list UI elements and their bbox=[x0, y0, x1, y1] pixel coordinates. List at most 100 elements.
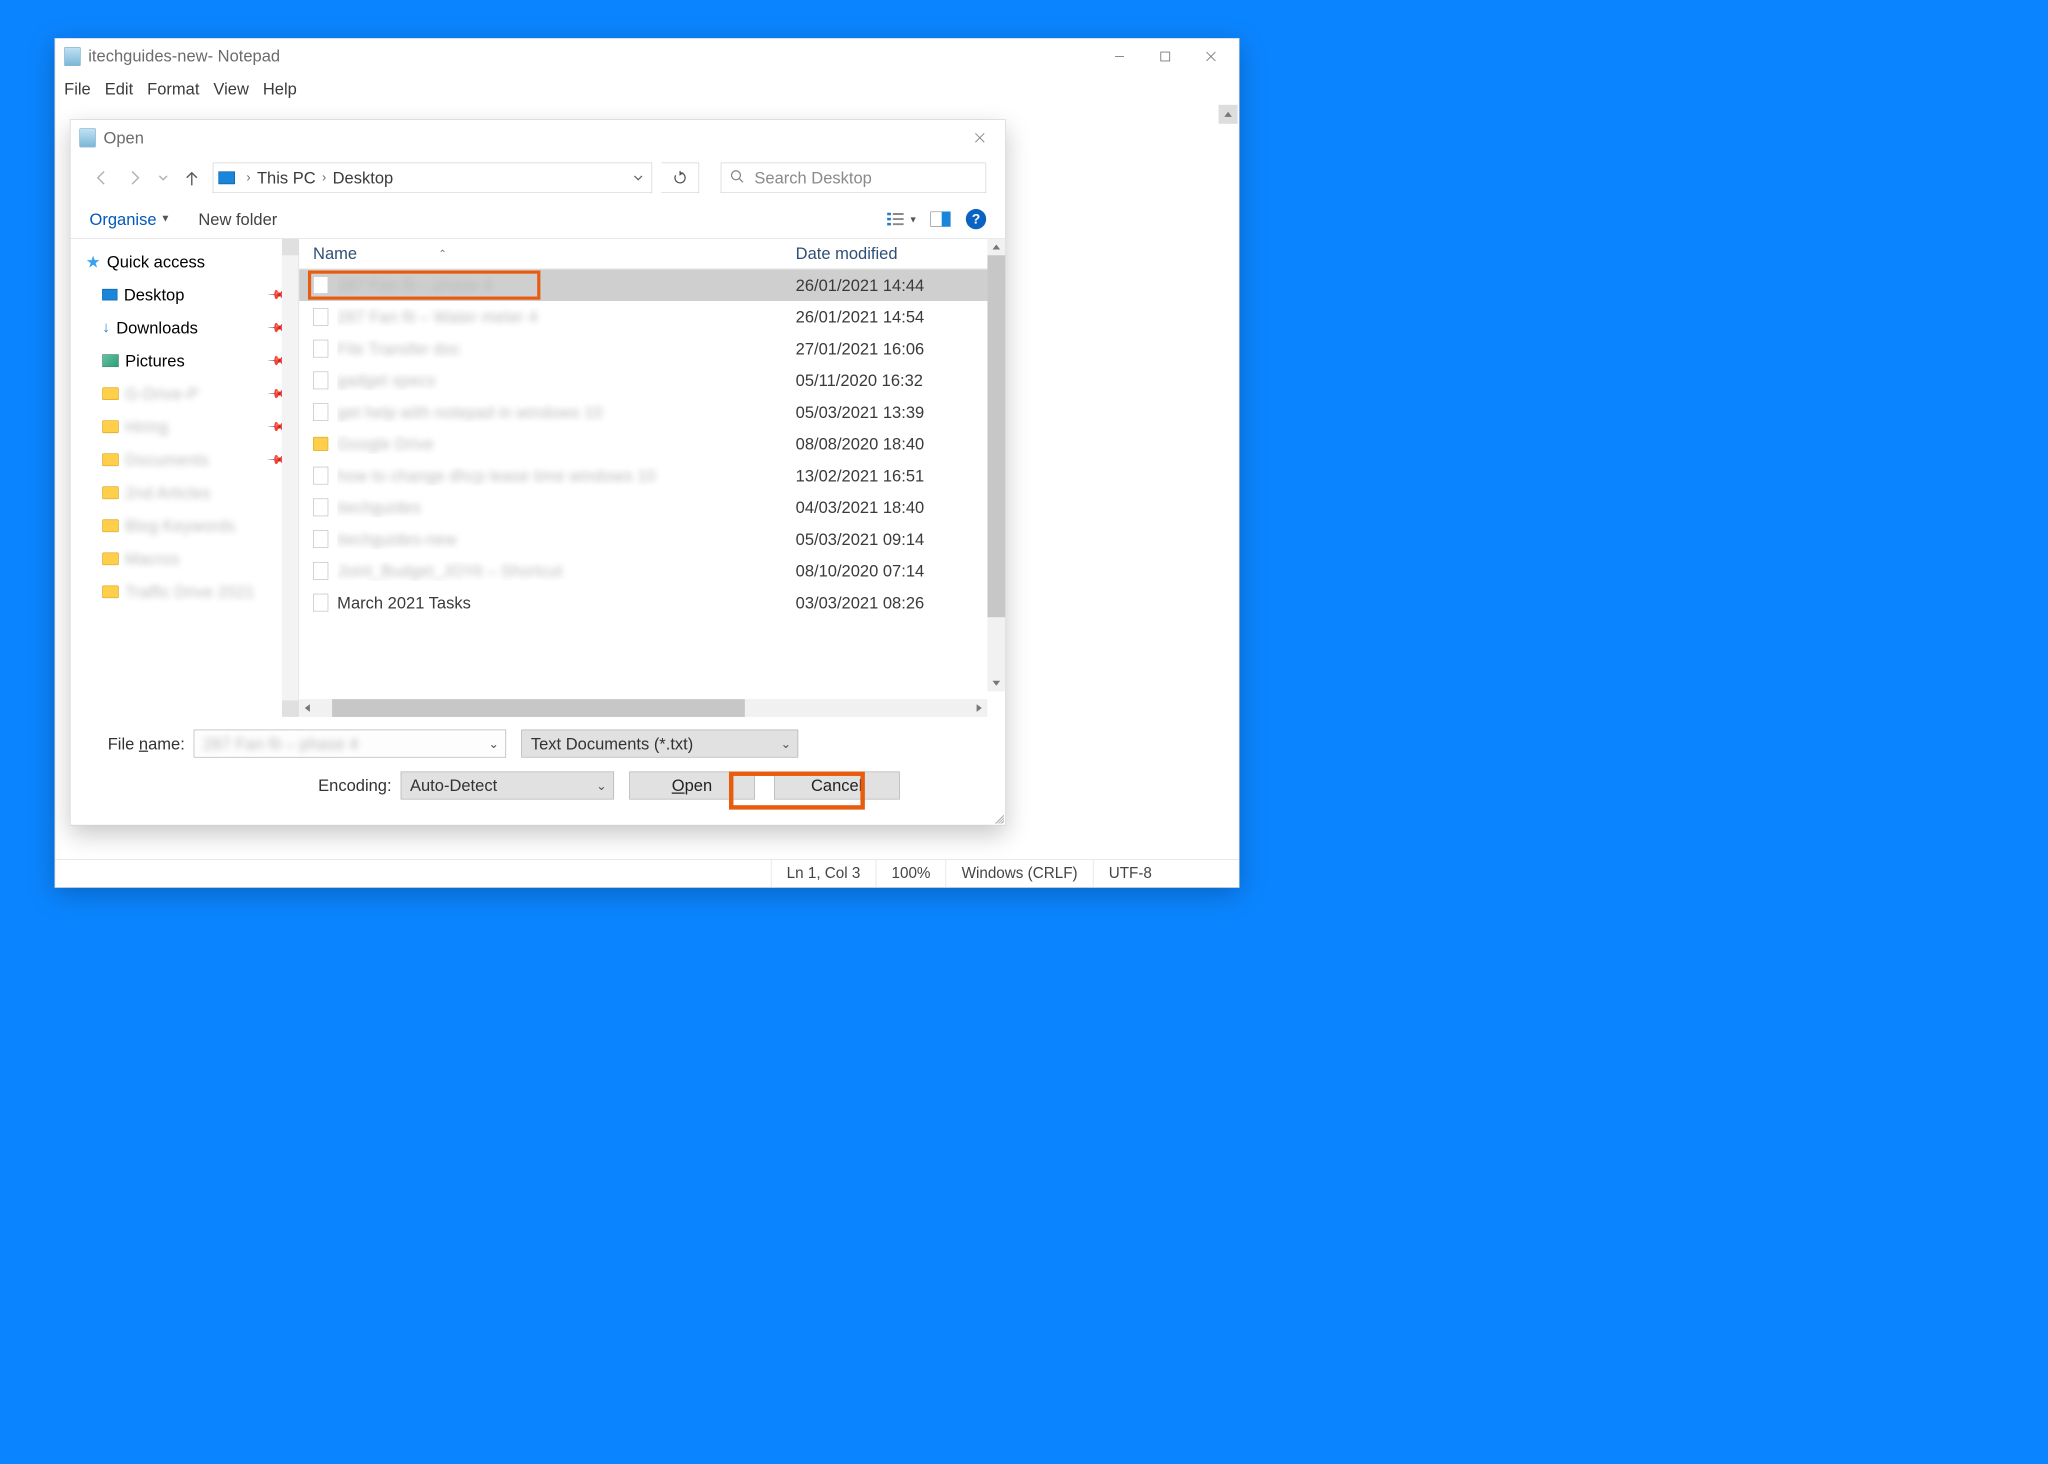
file-hscrollbar[interactable] bbox=[299, 699, 987, 717]
file-row[interactable]: 287 Fan fit – phase 426/01/2021 14:44 bbox=[299, 269, 1005, 301]
file-date: 04/03/2021 18:40 bbox=[796, 498, 1006, 518]
nav-back-button[interactable] bbox=[90, 166, 114, 190]
view-mode-button[interactable]: ▼ bbox=[887, 211, 917, 226]
file-name: gadget specs bbox=[337, 371, 795, 391]
folder-icon bbox=[102, 585, 119, 598]
file-row[interactable]: how to change dhcp lease time windows 10… bbox=[299, 460, 1005, 492]
file-icon bbox=[313, 371, 328, 389]
menu-view[interactable]: View bbox=[213, 79, 248, 99]
status-position: Ln 1, Col 3 bbox=[771, 860, 876, 887]
file-name: itechguides bbox=[337, 498, 795, 518]
cancel-button[interactable]: Cancel bbox=[774, 772, 900, 800]
dialog-nav-row: › This PC › Desktop Search Desktop bbox=[70, 156, 1005, 200]
column-name[interactable]: Name bbox=[313, 244, 357, 264]
preview-icon bbox=[930, 211, 950, 226]
tree-item[interactable]: Desktop📌 bbox=[86, 278, 299, 311]
file-row[interactable]: itechguides04/03/2021 18:40 bbox=[299, 491, 1005, 523]
file-row[interactable]: Joint_Budget_JOYit – Shortcut08/10/2020 … bbox=[299, 555, 1005, 587]
breadcrumb-desktop[interactable]: Desktop bbox=[333, 168, 394, 188]
resize-grip[interactable] bbox=[993, 812, 1004, 823]
maximize-button[interactable] bbox=[1142, 42, 1188, 70]
list-view-icon bbox=[887, 211, 905, 226]
tree-item[interactable]: ↓Downloads📌 bbox=[86, 311, 299, 344]
nav-tree[interactable]: ★Quick accessDesktop📌↓Downloads📌Pictures… bbox=[70, 239, 299, 717]
status-zoom: 100% bbox=[876, 860, 946, 887]
file-date: 05/11/2020 16:32 bbox=[796, 371, 1006, 391]
tree-scrollbar[interactable] bbox=[282, 239, 299, 717]
tree-item[interactable]: Traffic Drive 2021 bbox=[86, 575, 299, 608]
menu-file[interactable]: File bbox=[64, 79, 91, 99]
tree-item[interactable]: Hiring📌 bbox=[86, 410, 299, 443]
folder-icon bbox=[102, 486, 119, 499]
file-date: 08/08/2020 18:40 bbox=[796, 434, 1006, 454]
open-button[interactable]: Open bbox=[629, 772, 755, 800]
tree-item[interactable]: Pictures📌 bbox=[86, 344, 299, 377]
menu-format[interactable]: Format bbox=[147, 79, 199, 99]
tree-item-label: Macros bbox=[125, 549, 179, 569]
breadcrumb-this-pc[interactable]: This PC bbox=[257, 168, 316, 188]
dialog-close-button[interactable] bbox=[961, 125, 999, 150]
tree-item[interactable]: G-Drive-P📌 bbox=[86, 377, 299, 410]
file-date: 05/03/2021 09:14 bbox=[796, 529, 1006, 549]
help-button[interactable]: ? bbox=[966, 209, 986, 229]
tree-item-label: Downloads bbox=[116, 318, 198, 338]
search-placeholder: Search Desktop bbox=[754, 168, 871, 188]
this-pc-icon bbox=[218, 171, 235, 184]
file-icon bbox=[313, 498, 328, 516]
file-row[interactable]: File Transfer doc27/01/2021 16:06 bbox=[299, 333, 1005, 365]
tree-item[interactable]: ★ Quick access bbox=[86, 245, 299, 278]
star-icon: ★ bbox=[86, 252, 101, 272]
file-icon bbox=[313, 308, 328, 326]
notepad-icon bbox=[64, 47, 81, 66]
file-icon bbox=[313, 562, 328, 580]
nav-up-button[interactable] bbox=[180, 166, 204, 190]
tree-item-label: Hiring bbox=[125, 417, 168, 437]
file-row[interactable]: 287 Fan fit – Water meter 426/01/2021 14… bbox=[299, 301, 1005, 333]
file-name: 287 Fan fit – phase 4 bbox=[337, 275, 795, 295]
organise-button[interactable]: Organise ▼ bbox=[90, 209, 171, 229]
file-icon bbox=[313, 467, 328, 485]
preview-pane-button[interactable] bbox=[930, 211, 950, 226]
notepad-titlebar[interactable]: itechguides-new - Notepad bbox=[55, 39, 1239, 75]
dialog-titlebar[interactable]: Open bbox=[70, 120, 1005, 156]
file-name: how to change dhcp lease time windows 10 bbox=[337, 466, 795, 486]
tree-item[interactable]: Blog Keywords bbox=[86, 509, 299, 542]
menu-help[interactable]: Help bbox=[263, 79, 297, 99]
dialog-toolbar: Organise ▼ New folder ▼ ? bbox=[70, 200, 1005, 238]
file-row[interactable]: itechguides-new05/03/2021 09:14 bbox=[299, 523, 1005, 555]
menu-edit[interactable]: Edit bbox=[105, 79, 133, 99]
close-button[interactable] bbox=[1188, 42, 1234, 70]
file-name: Google Drive bbox=[337, 434, 795, 454]
scroll-up-icon[interactable] bbox=[1219, 105, 1238, 124]
folder-icon bbox=[102, 420, 119, 433]
refresh-button[interactable] bbox=[661, 163, 699, 193]
monitor-icon bbox=[102, 289, 117, 300]
file-name: Joint_Budget_JOYit – Shortcut bbox=[337, 561, 795, 581]
nav-recent-button[interactable] bbox=[156, 166, 171, 190]
chevron-down-icon[interactable] bbox=[632, 172, 643, 183]
filetype-select[interactable]: Text Documents (*.txt) ⌄ bbox=[521, 730, 798, 758]
encoding-select[interactable]: Auto-Detect ⌄ bbox=[400, 772, 613, 800]
nav-forward-button[interactable] bbox=[123, 166, 147, 190]
tree-item-label: G-Drive-P bbox=[125, 384, 198, 404]
file-name: 287 Fan fit – Water meter 4 bbox=[337, 307, 795, 327]
minimize-button[interactable] bbox=[1097, 42, 1143, 70]
file-row[interactable]: get help with notepad in windows 1005/03… bbox=[299, 396, 1005, 428]
file-vscrollbar[interactable] bbox=[987, 239, 1005, 692]
tree-item[interactable]: 2nd Articles bbox=[86, 476, 299, 509]
dialog-body: ★Quick accessDesktop📌↓Downloads📌Pictures… bbox=[70, 238, 1005, 717]
tree-item-label: Quick access bbox=[107, 252, 205, 272]
filename-input[interactable]: 287 Fan fit – phase 4 ⌄ bbox=[194, 730, 506, 758]
file-row[interactable]: March 2021 Tasks03/03/2021 08:26 bbox=[299, 587, 1005, 619]
tree-item[interactable]: Documents📌 bbox=[86, 443, 299, 476]
file-list-header[interactable]: Name ⌃ Date modified bbox=[299, 239, 1005, 269]
tree-item[interactable]: Macros bbox=[86, 542, 299, 575]
address-bar[interactable]: › This PC › Desktop bbox=[213, 163, 652, 193]
file-name: itechguides-new bbox=[337, 529, 795, 549]
column-date[interactable]: Date modified bbox=[796, 244, 1006, 264]
new-folder-button[interactable]: New folder bbox=[198, 209, 277, 229]
file-row[interactable]: gadget specs05/11/2020 16:32 bbox=[299, 364, 1005, 396]
tree-item-label: Pictures bbox=[125, 351, 185, 371]
search-input[interactable]: Search Desktop bbox=[721, 163, 986, 193]
file-row[interactable]: Google Drive08/08/2020 18:40 bbox=[299, 428, 1005, 460]
